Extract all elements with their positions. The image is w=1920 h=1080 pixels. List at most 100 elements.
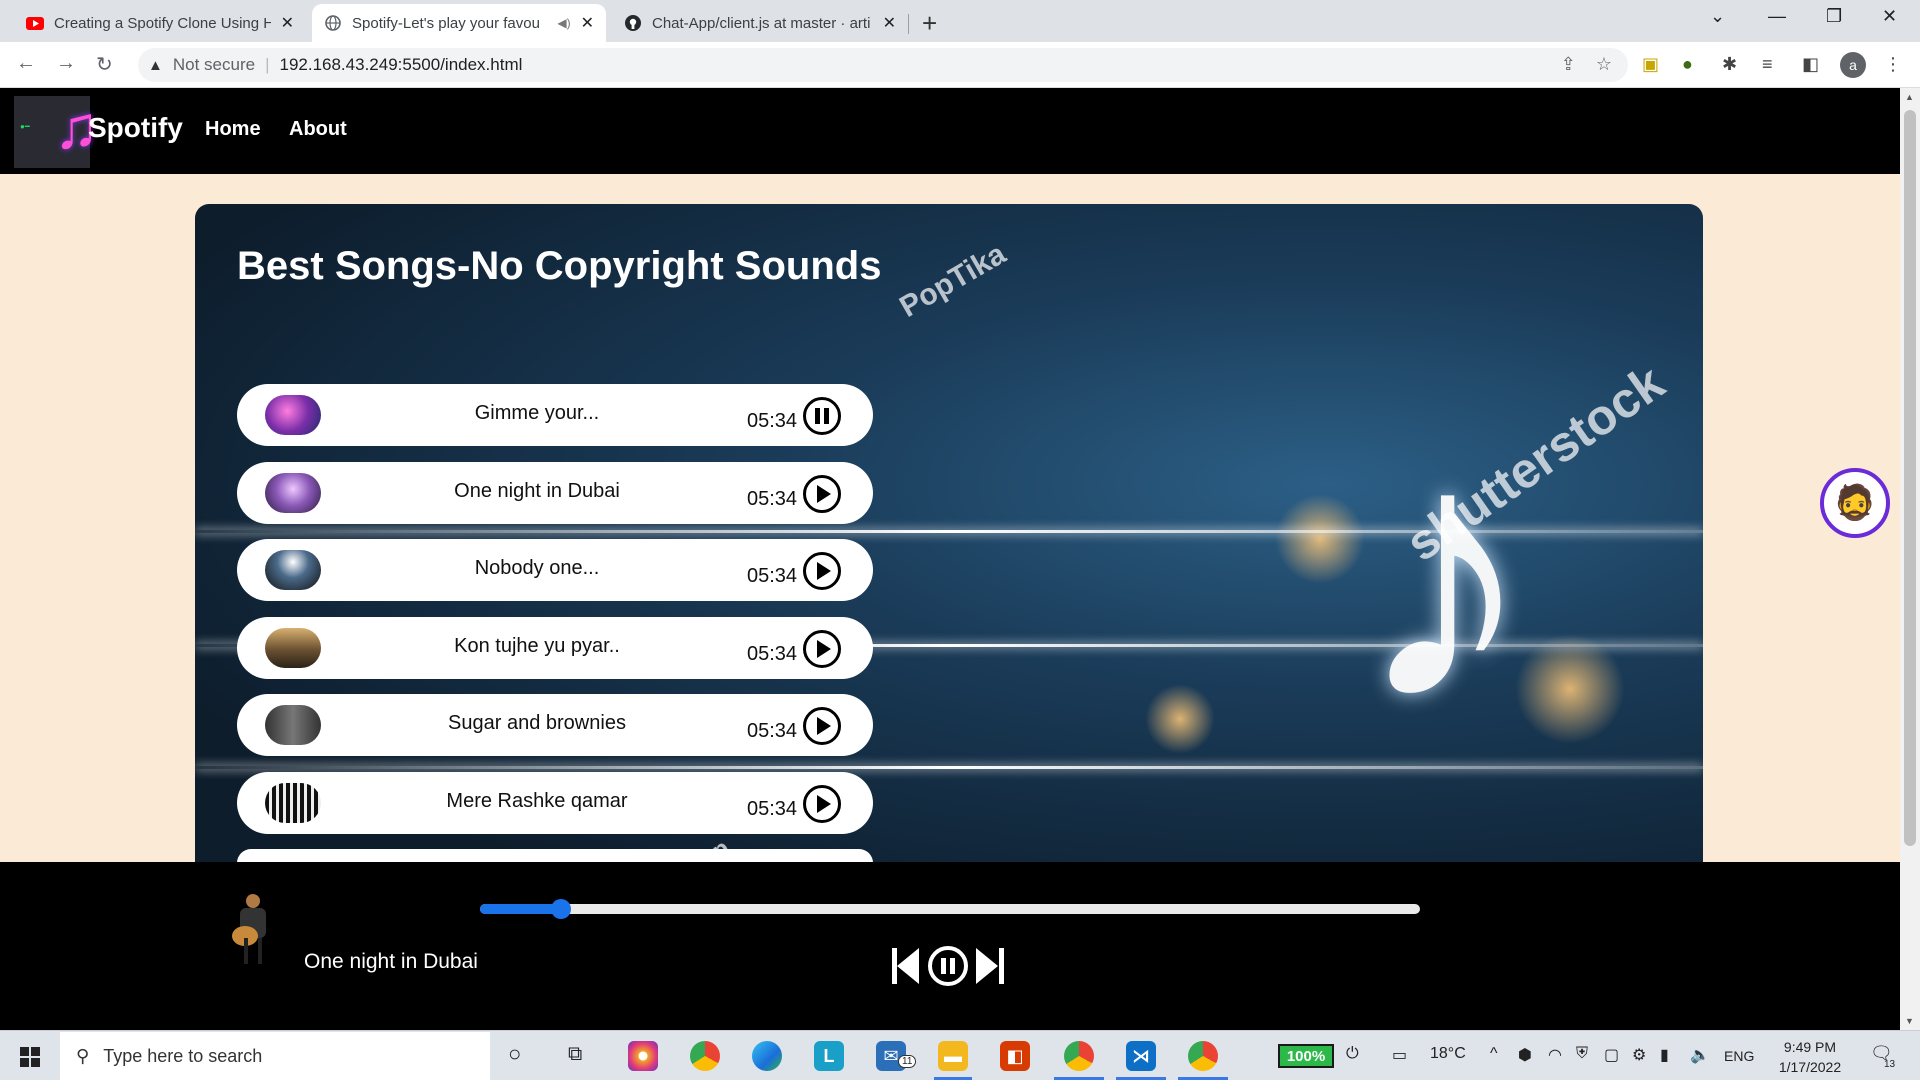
teams-icon[interactable]: ⬢: [1518, 1045, 1532, 1065]
vscode-icon[interactable]: ⋊: [1126, 1041, 1156, 1071]
next-track-icon[interactable]: [976, 948, 1004, 984]
volume-icon[interactable]: 🔈: [1690, 1045, 1710, 1065]
pause-circle-icon[interactable]: [803, 397, 841, 435]
settings-icon[interactable]: ⚙: [1632, 1045, 1646, 1065]
progress-knob[interactable]: [550, 899, 571, 919]
songs-hero-panel: ♪ PopTika shutterstock Pop Best Songs-No…: [195, 204, 1703, 904]
play-circle-icon[interactable]: [803, 707, 841, 745]
song-item[interactable]: Mere Rashke qamar 05:34: [237, 771, 873, 834]
side-panel-icon[interactable]: ◧: [1802, 54, 1819, 75]
url-text[interactable]: 192.168.43.249:5500/index.html: [279, 55, 522, 75]
audio-playing-icon[interactable]: ◀): [557, 16, 570, 30]
address-bar[interactable]: ▲ Not secure | 192.168.43.249:5500/index…: [138, 48, 1628, 82]
scroll-down-icon[interactable]: ▼: [1905, 1016, 1914, 1026]
menu-kebab-icon[interactable]: ⋮: [1884, 54, 1902, 75]
nav-home-link[interactable]: Home: [205, 118, 261, 141]
omnibox-actions: ⇪ ☆: [1561, 54, 1612, 75]
chrome-icon[interactable]: [1064, 1041, 1094, 1071]
tab-search-chevron-icon[interactable]: ⌄: [1710, 6, 1725, 27]
pause-circle-icon[interactable]: [928, 946, 968, 986]
song-item[interactable]: Gimme your... 05:34: [237, 384, 873, 446]
display-icon[interactable]: ▢: [1604, 1045, 1619, 1065]
language-indicator[interactable]: ENG: [1724, 1048, 1754, 1064]
reading-list-icon[interactable]: ≡: [1762, 54, 1773, 75]
restore-icon[interactable]: ❐: [1826, 6, 1842, 27]
weather-widget-icon[interactable]: ▭: [1392, 1045, 1407, 1065]
tab-youtube[interactable]: Creating a Spotify Clone Using H ✕: [14, 4, 306, 42]
browser-toolbar: ← → ↻ ▲ Not secure | 192.168.43.249:5500…: [0, 42, 1920, 88]
share-icon[interactable]: ⇪: [1561, 54, 1576, 75]
page-title: Best Songs-No Copyright Sounds: [237, 244, 882, 288]
play-circle-icon[interactable]: [803, 474, 841, 513]
close-tab-icon[interactable]: ✕: [281, 13, 294, 33]
cortana-circle-icon[interactable]: ○: [508, 1041, 521, 1067]
security-shield-icon[interactable]: ⛨: [1576, 1045, 1588, 1063]
windows-start-icon[interactable]: [20, 1047, 40, 1067]
extensions-puzzle-icon[interactable]: ✱: [1722, 54, 1737, 75]
battery-icon[interactable]: ▮: [1660, 1045, 1669, 1065]
song-item[interactable]: One night in Dubai 05:34: [237, 461, 873, 524]
chrome-profile-icon[interactable]: [1188, 1041, 1218, 1071]
site-logo[interactable]: ●━ ♫: [14, 96, 99, 168]
page-scrollbar[interactable]: ▲ ▼: [1900, 88, 1920, 1030]
extension-lock-icon[interactable]: ▣: [1642, 54, 1659, 75]
taskbar-search[interactable]: ⚲ Type here to search: [60, 1032, 490, 1080]
mail-badge: 11: [898, 1055, 917, 1068]
tab-title: Chat-App/client.js at master · arti: [652, 14, 871, 32]
logo-mini-mark-icon: ●━: [20, 122, 30, 131]
profile-avatar[interactable]: a: [1840, 52, 1866, 78]
brand-name[interactable]: Spotify: [88, 112, 183, 144]
globe-icon: [324, 14, 342, 32]
temperature-text[interactable]: 18°C: [1430, 1045, 1466, 1063]
new-tab-button[interactable]: +: [922, 8, 937, 39]
scroll-up-icon[interactable]: ▲: [1905, 92, 1914, 102]
file-explorer-icon[interactable]: ▬: [938, 1041, 968, 1071]
plug-icon: ⏻: [1346, 1045, 1359, 1062]
close-tab-icon[interactable]: ✕: [581, 13, 594, 33]
back-icon[interactable]: ←: [16, 52, 36, 75]
battery-percent-badge[interactable]: 100%: [1278, 1044, 1334, 1068]
security-label: Not secure: [172, 55, 256, 74]
task-view-icon[interactable]: ⧉: [568, 1043, 582, 1066]
song-item[interactable]: Nobody one... 05:34: [237, 539, 873, 601]
minimize-icon[interactable]: —: [1768, 6, 1786, 27]
reload-icon[interactable]: ↻: [96, 52, 113, 77]
song-item-partial[interactable]: [237, 849, 873, 863]
song-item[interactable]: Kon tujhe yu pyar.. 05:34: [237, 616, 873, 679]
lumosity-l-icon[interactable]: L: [814, 1041, 844, 1071]
firefox-icon[interactable]: [628, 1041, 658, 1071]
play-circle-icon[interactable]: [803, 629, 841, 668]
office-icon[interactable]: ◧: [1000, 1041, 1030, 1071]
wifi-icon[interactable]: ◠: [1548, 1045, 1562, 1065]
current-song-name: One night in Dubai: [304, 950, 478, 973]
play-circle-icon[interactable]: [803, 784, 841, 823]
clock-time: 9:49 PM: [1783, 1039, 1837, 1055]
tab-title: Spotify-Let's play your favou: [352, 14, 540, 32]
song-item[interactable]: Sugar and brownies 05:34: [237, 694, 873, 756]
chrome-canary-icon[interactable]: [690, 1041, 720, 1071]
previous-track-icon[interactable]: [892, 948, 920, 984]
guitarist-animation-icon: [228, 892, 282, 964]
forward-icon[interactable]: →: [56, 52, 76, 75]
scrollbar-thumb[interactable]: [1904, 110, 1916, 846]
song-list: Gimme your... 05:34 One night in Dubai 0…: [237, 384, 873, 879]
system-clock[interactable]: 9:49 PM 1/17/2022: [1770, 1037, 1850, 1077]
tab-spotify[interactable]: Spotify-Let's play your favou ◀) ✕: [312, 4, 606, 42]
edge-icon[interactable]: [752, 1041, 782, 1071]
nav-about-link[interactable]: About: [289, 118, 347, 141]
bearded-avatar-icon[interactable]: 🧔: [1820, 468, 1890, 538]
tab-github[interactable]: Chat-App/client.js at master · arti ✕: [612, 4, 908, 42]
music-player-bar: One night in Dubai: [0, 862, 1900, 1030]
progress-slider[interactable]: [480, 899, 1420, 919]
windows-taskbar: ⚲ Type here to search ○ ⧉ L ✉ 11 ▬ ◧ ⋊ 1…: [0, 1030, 1920, 1080]
page-viewport: ●━ ♫ Spotify Home About ♪ PopTika shutte…: [0, 88, 1900, 1030]
address-divider: |: [265, 55, 270, 74]
extension-leaf-icon[interactable]: ●: [1682, 54, 1693, 75]
warning-icon[interactable]: ▲: [148, 57, 163, 74]
play-circle-icon[interactable]: [803, 552, 841, 590]
bookmark-star-icon[interactable]: ☆: [1596, 54, 1612, 75]
search-icon: ⚲: [76, 1045, 90, 1066]
close-tab-icon[interactable]: ✕: [883, 13, 896, 33]
tray-chevron-up-icon[interactable]: ^: [1490, 1045, 1498, 1063]
close-window-icon[interactable]: ✕: [1882, 6, 1897, 27]
